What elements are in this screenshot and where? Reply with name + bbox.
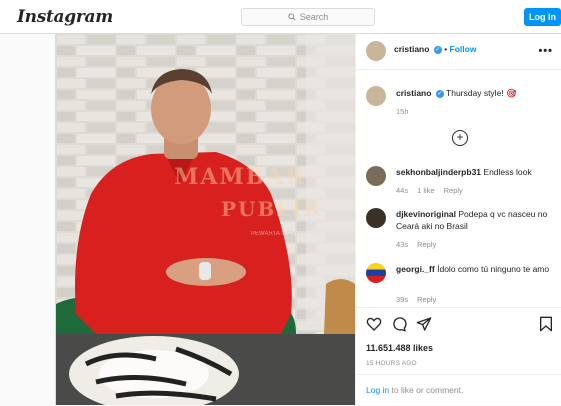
post-actions: 11.651.488 likes 15 HOURS AGO Log in to … bbox=[356, 307, 561, 405]
caption-text: Thursday style! 🎯 bbox=[446, 88, 517, 98]
commenter-avatar[interactable] bbox=[366, 166, 386, 186]
login-prompt: Log in to like or comment. bbox=[356, 374, 561, 406]
search-input[interactable]: Search bbox=[241, 8, 375, 26]
follow-button[interactable]: Follow bbox=[450, 44, 477, 54]
verified-badge-icon: ✓ bbox=[435, 89, 444, 98]
watermark-line-1: MAMBAR bbox=[174, 164, 306, 190]
search-icon bbox=[288, 13, 296, 21]
author-avatar[interactable] bbox=[366, 41, 386, 61]
login-prompt-text: to like or comment. bbox=[389, 385, 464, 395]
load-more-comments-icon[interactable]: + bbox=[452, 130, 468, 146]
caption-avatar[interactable] bbox=[366, 86, 386, 106]
watermark-line-2: PUBLIK bbox=[221, 197, 324, 221]
more-options-icon[interactable]: ••• bbox=[538, 45, 553, 57]
commenter-username[interactable]: djkevinoriginal bbox=[396, 209, 456, 219]
post-side-panel: cristiano ✓ • Follow ••• cristiano ✓ Thu… bbox=[355, 34, 561, 405]
caption-username[interactable]: cristiano bbox=[396, 88, 431, 98]
comment-reply-button[interactable]: Reply bbox=[444, 186, 463, 195]
comment-age: 44s bbox=[396, 186, 409, 195]
comment-reply-button[interactable]: Reply bbox=[417, 295, 436, 304]
author-username[interactable]: cristiano bbox=[394, 44, 429, 54]
login-link[interactable]: Log in bbox=[366, 385, 389, 395]
commenter-avatar[interactable] bbox=[366, 263, 386, 283]
comment-reply-button[interactable]: Reply bbox=[417, 240, 436, 249]
save-bookmark-icon[interactable] bbox=[539, 316, 553, 332]
like-count[interactable]: 11.651.488 likes bbox=[366, 343, 433, 353]
watermark-line-3: PEWARTA INFO bbox=[251, 231, 296, 237]
comment-bubble-icon[interactable] bbox=[391, 316, 407, 332]
post-header: cristiano ✓ • Follow ••• bbox=[356, 34, 561, 70]
share-paper-plane-icon[interactable] bbox=[416, 316, 432, 332]
log-in-button[interactable]: Log In bbox=[524, 8, 561, 26]
like-heart-icon[interactable] bbox=[366, 316, 382, 332]
commenter-avatar[interactable] bbox=[366, 208, 386, 228]
top-navigation-bar: Instagram Search Log In bbox=[0, 0, 561, 34]
commenter-username[interactable]: georgi._ff bbox=[396, 264, 435, 274]
search-placeholder: Search bbox=[299, 12, 329, 22]
comment-text: Ídolo como tú ninguno te amo bbox=[437, 264, 550, 274]
instagram-logo[interactable]: Instagram bbox=[17, 7, 113, 27]
comment-age: 39s bbox=[396, 295, 409, 304]
verified-badge-icon: ✓ bbox=[433, 45, 442, 54]
post-photo[interactable]: MAMBAR PUBLIK PEWARTA INFO bbox=[56, 34, 355, 405]
post-age: 15 HOURS AGO bbox=[366, 360, 417, 367]
caption-age: 15h bbox=[396, 107, 409, 116]
comment-text: Endless look bbox=[483, 167, 532, 177]
post-container: MAMBAR PUBLIK PEWARTA INFO cristiano ✓ •… bbox=[55, 34, 561, 405]
comment-likes[interactable]: 1 like bbox=[417, 186, 435, 195]
commenter-username[interactable]: sekhonbaljinderpb31 bbox=[396, 167, 481, 177]
comment-age: 43s bbox=[396, 240, 409, 249]
